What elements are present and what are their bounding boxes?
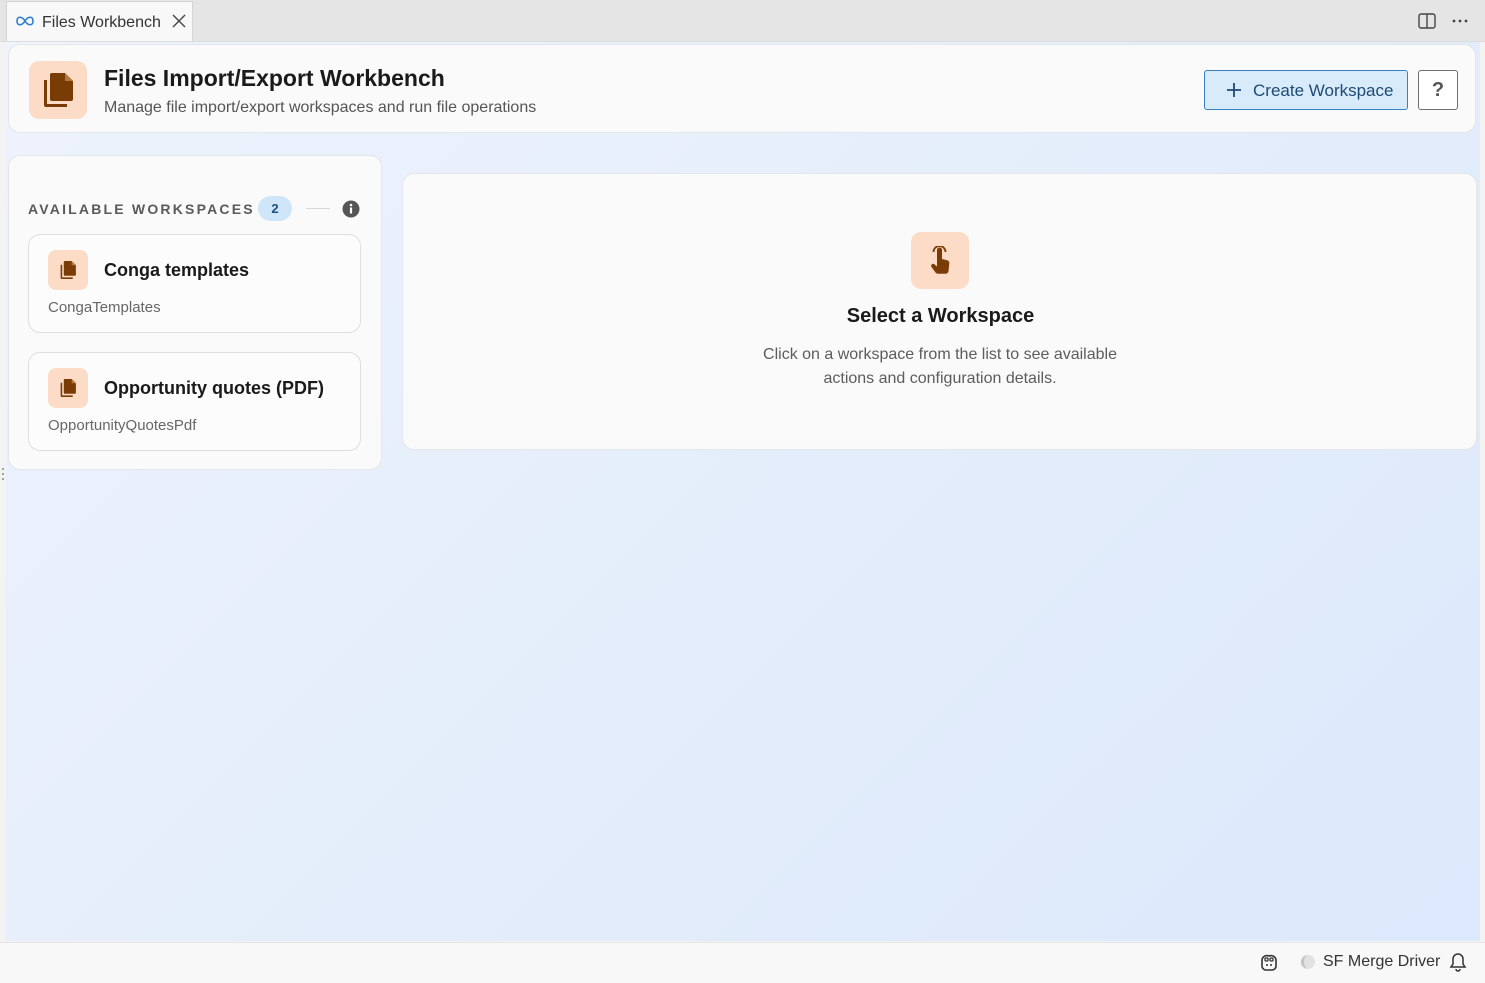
divider bbox=[306, 208, 330, 209]
workspace-title: Opportunity quotes (PDF) bbox=[104, 378, 324, 398]
resize-handle[interactable] bbox=[1, 467, 5, 481]
pointer-hand-icon bbox=[911, 232, 969, 289]
empty-state-description: Click on a workspace from the list to se… bbox=[763, 346, 1117, 387]
page-title: Files Import/Export Workbench bbox=[104, 65, 445, 91]
create-workspace-button[interactable]: Create Workspace bbox=[1204, 70, 1408, 110]
workspace-api-name: OpportunityQuotesPdf bbox=[48, 417, 197, 434]
files-icon bbox=[29, 61, 87, 119]
close-icon[interactable] bbox=[170, 12, 188, 30]
workspaces-sidebar: AVAILABLE WORKSPACES 2 Conga templates C… bbox=[8, 155, 382, 470]
split-editor-icon[interactable] bbox=[1417, 11, 1437, 31]
tab-bar: Files Workbench bbox=[0, 0, 1485, 42]
workspace-detail-panel: Select a Workspace Click on a workspace … bbox=[402, 173, 1477, 450]
plus-icon bbox=[1227, 83, 1241, 97]
page-subtitle: Manage file import/export workspaces and… bbox=[104, 99, 537, 116]
copilot-icon[interactable] bbox=[1258, 952, 1280, 972]
tab-files-workbench[interactable]: Files Workbench bbox=[6, 1, 193, 41]
workspaces-heading: AVAILABLE WORKSPACES bbox=[28, 201, 255, 217]
files-icon bbox=[48, 250, 88, 290]
more-icon[interactable] bbox=[1450, 11, 1470, 31]
help-button[interactable]: ? bbox=[1418, 70, 1458, 110]
workbench-editor: Files Import/Export Workbench Manage fil… bbox=[6, 42, 1480, 941]
workspace-card[interactable]: Conga templates CongaTemplates bbox=[28, 234, 361, 333]
spinner-icon bbox=[1301, 955, 1315, 969]
bell-icon[interactable] bbox=[1448, 952, 1468, 972]
sf-merge-driver-status[interactable]: SF Merge Driver bbox=[1323, 953, 1440, 971]
tab-label: Files Workbench bbox=[42, 14, 161, 31]
create-workspace-label: Create Workspace bbox=[1253, 81, 1394, 100]
infinity-icon bbox=[16, 16, 34, 26]
workspaces-count-badge: 2 bbox=[258, 196, 292, 221]
files-icon bbox=[48, 368, 88, 408]
workspace-card[interactable]: Opportunity quotes (PDF) OpportunityQuot… bbox=[28, 352, 361, 451]
page-header: Files Import/Export Workbench Manage fil… bbox=[8, 44, 1476, 133]
empty-state-title: Select a Workspace bbox=[846, 305, 1035, 327]
info-icon[interactable] bbox=[342, 200, 360, 218]
workspace-api-name: CongaTemplates bbox=[48, 299, 161, 316]
workspace-title: Conga templates bbox=[104, 260, 250, 280]
